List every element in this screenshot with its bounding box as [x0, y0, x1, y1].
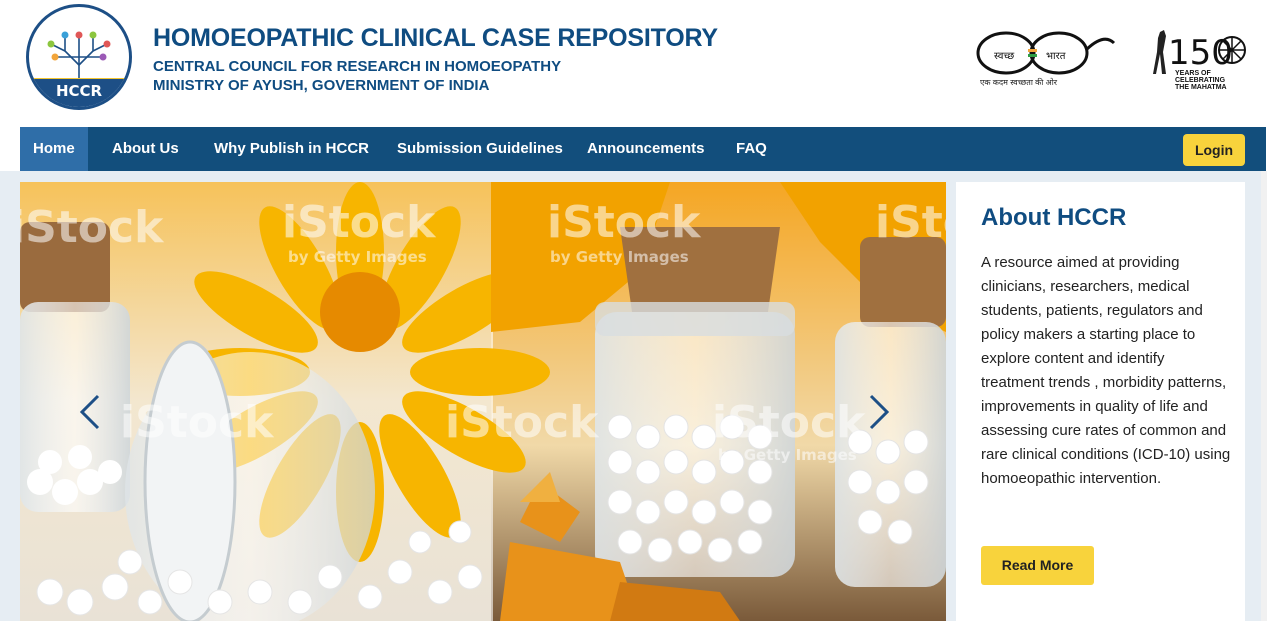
login-button[interactable]: Login — [1183, 134, 1245, 166]
ministry-name: MINISTRY OF AYUSH, GOVERNMENT OF INDIA — [153, 77, 490, 94]
site-title[interactable]: HOMOEOPATHIC CLINICAL CASE REPOSITORY — [153, 24, 718, 53]
chevron-left-icon[interactable] — [78, 394, 104, 430]
nav-about-us[interactable]: About Us — [99, 127, 192, 171]
gandhi-150-number: 150 — [1168, 33, 1233, 73]
watermark-6: iStock — [445, 397, 600, 448]
logo-band: HCCR — [29, 79, 129, 107]
about-panel: About HCCR A resource aimed at providing… — [956, 182, 1245, 621]
read-more-button[interactable]: Read More — [981, 546, 1094, 585]
watermark-2: iStock — [282, 197, 437, 248]
gandhi-caption-3: THE MAHATMA — [1175, 84, 1227, 91]
hccr-logo[interactable]: HCCR — [26, 4, 132, 110]
site-header: HCCR HOMOEOPATHIC CLINICAL CASE REPOSITO… — [0, 0, 1267, 127]
swachh-right-text: भारत — [1046, 51, 1066, 62]
watermark-7: iStock — [712, 397, 867, 448]
nav-submission-guidelines[interactable]: Submission Guidelines — [384, 127, 576, 171]
carousel-slide-image: iStock iStock by Getty Images iStock by … — [20, 182, 946, 621]
page-scrollbar[interactable] — [1261, 171, 1267, 621]
watermark-sub-7: by Getty Images — [718, 446, 857, 464]
gandhi-caption: YEARS OF CELEBRATING THE MAHATMA — [1175, 70, 1227, 91]
watermark-5: iStock — [120, 397, 275, 448]
gandhi-caption-2: CELEBRATING — [1175, 77, 1226, 84]
about-body: A resource aimed at providing clinicians… — [981, 254, 1231, 487]
nav-why-publish[interactable]: Why Publish in HCCR — [201, 127, 382, 171]
nav-faq[interactable]: FAQ — [723, 127, 780, 171]
nav-home[interactable]: Home — [20, 127, 88, 171]
gandhi-caption-1: YEARS OF — [1175, 70, 1211, 77]
about-heading: About HCCR — [981, 204, 1127, 231]
watermark-4: iStock — [875, 197, 946, 248]
hero-carousel[interactable]: iStock iStock by Getty Images iStock by … — [20, 182, 946, 621]
watermark-1: iStock — [20, 202, 165, 253]
swachh-left-text: स्वच्छ — [994, 51, 1014, 62]
swachh-tagline: एक कदम स्वच्छता की ओर — [980, 78, 1058, 87]
watermark-sub-3: by Getty Images — [550, 248, 689, 266]
logo-text: HCCR — [55, 82, 103, 100]
council-name: CENTRAL COUNCIL FOR RESEARCH IN HOMOEOPA… — [153, 58, 562, 75]
watermark-sub-2: by Getty Images — [288, 248, 427, 266]
nav-announcements[interactable]: Announcements — [574, 127, 718, 171]
watermark-3: iStock — [547, 197, 702, 248]
main-nav: Home About Us Why Publish in HCCR Submis… — [20, 127, 1266, 171]
chevron-right-icon[interactable] — [865, 394, 891, 430]
